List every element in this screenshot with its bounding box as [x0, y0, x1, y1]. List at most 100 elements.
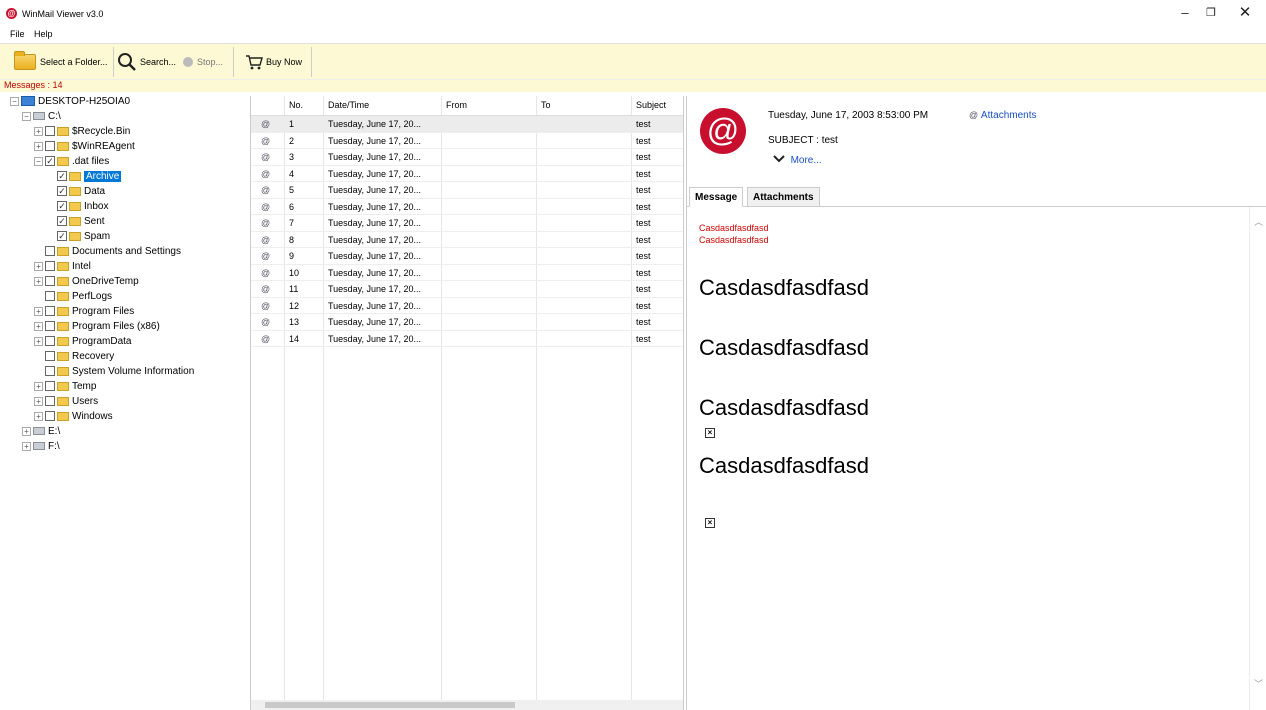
collapse-toggle[interactable]: −: [34, 156, 43, 166]
tree-node-recovery[interactable]: Recovery: [45, 349, 114, 363]
horizontal-scrollbar[interactable]: [251, 700, 683, 710]
tree-node-perflogs[interactable]: PerfLogs: [45, 289, 112, 303]
table-row[interactable]: @ 7 Tuesday, June 17, 20... test: [251, 215, 683, 232]
tree-node-root[interactable]: − DESKTOP-H25OIA0: [10, 94, 130, 108]
tree-node-programdata[interactable]: + ProgramData: [34, 334, 131, 348]
folder-checkbox[interactable]: [45, 126, 55, 136]
tree-node-system-volume-information[interactable]: System Volume Information: [45, 364, 194, 378]
select-folder-button[interactable]: Select a Folder...: [14, 48, 108, 76]
expand-toggle[interactable]: +: [34, 261, 43, 271]
table-row[interactable]: @ 3 Tuesday, June 17, 20... test: [251, 149, 683, 166]
expand-toggle[interactable]: +: [22, 426, 31, 436]
table-row[interactable]: @ 9 Tuesday, June 17, 20... test: [251, 248, 683, 265]
tab-message[interactable]: Message: [689, 187, 744, 207]
expand-toggle[interactable]: +: [34, 141, 43, 151]
folder-checkbox[interactable]: ✓: [45, 156, 55, 166]
folder-checkbox[interactable]: ✓: [57, 216, 67, 226]
vertical-scrollbar[interactable]: ︿ ﹀: [1249, 207, 1266, 710]
table-row[interactable]: @ 2 Tuesday, June 17, 20... test: [251, 133, 683, 149]
tree-label: System Volume Information: [72, 365, 195, 377]
column-header-to[interactable]: To: [541, 100, 551, 110]
column-header-no[interactable]: No.: [289, 100, 303, 110]
folder-checkbox[interactable]: ✓: [57, 231, 67, 241]
more-label: More...: [790, 155, 822, 166]
tree-node-drive-c[interactable]: − C:\: [22, 109, 61, 123]
search-button[interactable]: Search...: [117, 48, 176, 76]
folder-checkbox[interactable]: [45, 411, 55, 421]
tree-node-program-files-x86[interactable]: + Program Files (x86): [34, 319, 160, 333]
tree-node-program-files[interactable]: + Program Files: [34, 304, 134, 318]
menu-file[interactable]: File: [10, 29, 25, 39]
tree-node-users[interactable]: + Users: [34, 394, 98, 408]
tree-node-windows[interactable]: + Windows: [34, 409, 113, 423]
tree-node-documents-settings[interactable]: Documents and Settings: [45, 244, 181, 258]
menu-help[interactable]: Help: [34, 29, 53, 39]
folder-checkbox[interactable]: ✓: [57, 186, 67, 196]
expand-toggle[interactable]: +: [34, 306, 43, 316]
folder-checkbox[interactable]: [45, 336, 55, 346]
folder-checkbox[interactable]: [45, 321, 55, 331]
stop-button[interactable]: Stop...: [183, 48, 223, 76]
tree-node-intel[interactable]: + Intel: [34, 259, 91, 273]
tree-node-onedrivetemp[interactable]: + OneDriveTemp: [34, 274, 139, 288]
folder-checkbox[interactable]: [45, 276, 55, 286]
folder-checkbox[interactable]: [45, 306, 55, 316]
maximize-button[interactable]: ❐: [1196, 4, 1226, 22]
tree-node-drive-e[interactable]: + E:\: [22, 424, 60, 438]
tree-node-data[interactable]: ✓ Data: [57, 184, 105, 198]
folder-checkbox[interactable]: [45, 366, 55, 376]
tree-node-winreagent[interactable]: + $WinREAgent: [34, 139, 135, 153]
table-row[interactable]: @ 1 Tuesday, June 17, 20... test: [251, 116, 683, 133]
table-row[interactable]: @ 10 Tuesday, June 17, 20... test: [251, 265, 683, 281]
table-row[interactable]: @ 5 Tuesday, June 17, 20... test: [251, 182, 683, 199]
attachment-icon: @: [261, 317, 271, 327]
row-number: 9: [289, 251, 295, 261]
expand-toggle[interactable]: +: [34, 381, 43, 391]
table-row[interactable]: @ 11 Tuesday, June 17, 20... test: [251, 281, 683, 298]
column-header-from[interactable]: From: [446, 100, 467, 110]
table-row[interactable]: @ 8 Tuesday, June 17, 20... test: [251, 232, 683, 248]
tree-node-spam[interactable]: ✓ Spam: [57, 229, 110, 243]
column-header-datetime[interactable]: Date/Time: [328, 100, 369, 110]
close-button[interactable]: ✕: [1230, 4, 1260, 22]
scroll-up-icon[interactable]: ︿: [1254, 215, 1263, 228]
tree-node-inbox[interactable]: ✓ Inbox: [57, 199, 108, 213]
tree-node-drive-f[interactable]: + F:\: [22, 439, 60, 453]
table-row[interactable]: @ 4 Tuesday, June 17, 20... test: [251, 166, 683, 182]
scroll-down-icon[interactable]: ﹀: [1254, 677, 1263, 690]
folder-checkbox[interactable]: [45, 396, 55, 406]
folder-checkbox[interactable]: [45, 291, 55, 301]
tree-node-sent[interactable]: ✓ Sent: [57, 214, 105, 228]
table-row[interactable]: @ 6 Tuesday, June 17, 20... test: [251, 199, 683, 215]
tree-node-recycle-bin[interactable]: + $Recycle.Bin: [34, 124, 130, 138]
collapse-toggle[interactable]: −: [10, 96, 19, 106]
expand-toggle[interactable]: +: [34, 411, 43, 421]
scrollbar-thumb[interactable]: [265, 702, 515, 708]
attachment-icon: @: [261, 185, 271, 195]
collapse-toggle[interactable]: −: [22, 111, 31, 121]
folder-checkbox[interactable]: [45, 246, 55, 256]
expand-toggle[interactable]: +: [22, 441, 31, 451]
folder-checkbox[interactable]: [45, 351, 55, 361]
folder-checkbox[interactable]: [45, 261, 55, 271]
folder-checkbox[interactable]: [45, 381, 55, 391]
tree-node-archive[interactable]: ✓ Archive: [57, 169, 122, 183]
table-row[interactable]: @ 13 Tuesday, June 17, 20... test: [251, 314, 683, 331]
tree-node-temp[interactable]: + Temp: [34, 379, 96, 393]
table-row[interactable]: @ 12 Tuesday, June 17, 20... test: [251, 298, 683, 314]
folder-checkbox[interactable]: [45, 141, 55, 151]
expand-toggle[interactable]: +: [34, 126, 43, 136]
table-row[interactable]: @ 14 Tuesday, June 17, 20... test: [251, 331, 683, 347]
folder-checkbox[interactable]: ✓: [57, 171, 67, 181]
expand-toggle[interactable]: +: [34, 276, 43, 286]
more-toggle[interactable]: More...: [773, 155, 822, 166]
folder-checkbox[interactable]: ✓: [57, 201, 67, 211]
buy-now-button[interactable]: Buy Now: [245, 48, 302, 76]
tab-attachments[interactable]: Attachments: [747, 187, 820, 207]
attachments-link[interactable]: @ Attachments: [969, 110, 1037, 121]
expand-toggle[interactable]: +: [34, 321, 43, 331]
expand-toggle[interactable]: +: [34, 396, 43, 406]
expand-toggle[interactable]: +: [34, 336, 43, 346]
column-header-subject[interactable]: Subject: [636, 100, 666, 110]
tree-node-dat-files[interactable]: − ✓ .dat files: [34, 154, 109, 168]
